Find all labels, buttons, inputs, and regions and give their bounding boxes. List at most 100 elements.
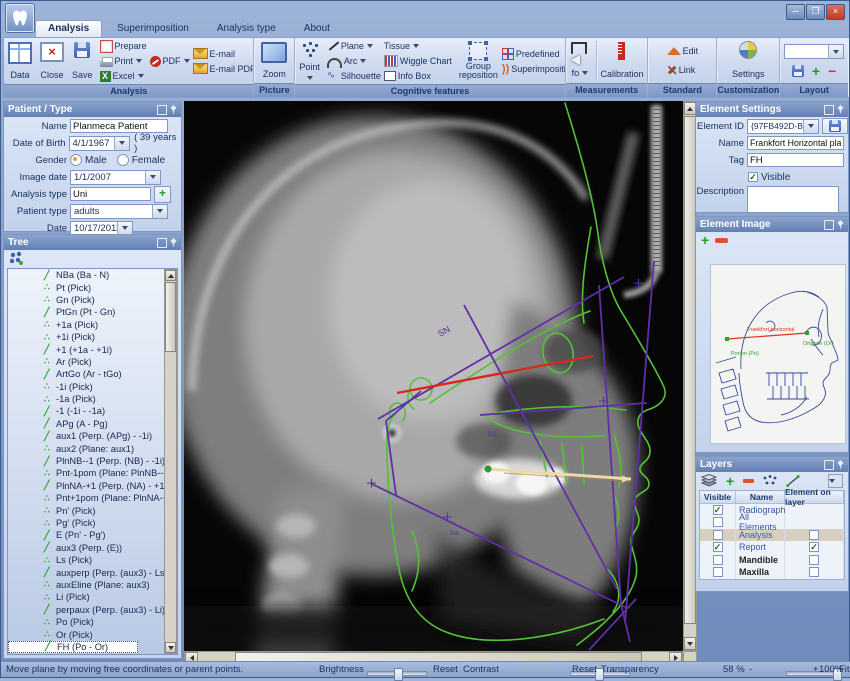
float-panel-icon[interactable]	[824, 220, 834, 230]
patient-type-combobox[interactable]: adults	[70, 204, 168, 219]
tree-item[interactable]: ∴Pnt+1pom (Plane: PlnNA-+1)	[8, 492, 177, 504]
remove-element-image-icon[interactable]	[715, 238, 728, 243]
add-layer-icon[interactable]: +	[726, 475, 734, 487]
tree-item[interactable]: ∴+1i (Pick)	[8, 331, 177, 343]
tree-item[interactable]: ╱E (Pn' - Pg')	[8, 529, 177, 541]
layer-visible-checkbox[interactable]: ✓	[713, 542, 723, 552]
arc-button[interactable]: Arc	[326, 54, 382, 68]
plane-button[interactable]: Plane	[326, 39, 382, 53]
tree-item[interactable]: ╱ArtGo (Ar - tGo)	[8, 368, 177, 380]
occlusal-point[interactable]	[485, 466, 491, 472]
email-pdf-button[interactable]: E-mail PDF	[192, 62, 254, 76]
combo-arrow-button[interactable]	[828, 45, 843, 58]
formula-button[interactable]: fo	[571, 66, 590, 80]
silhouette-button[interactable]: ∿ Silhouette	[326, 69, 382, 83]
female-radio[interactable]	[117, 154, 129, 166]
tab-about[interactable]: About	[291, 20, 343, 37]
layer-element-checkbox[interactable]: ✓	[809, 542, 819, 552]
layer-visible-checkbox[interactable]	[713, 517, 723, 527]
edit-standard-values-button[interactable]: Edit	[666, 44, 700, 58]
wiggle-chart-button[interactable]: Wiggle Chart	[383, 54, 453, 68]
tab-superimposition[interactable]: Superimposition	[104, 20, 202, 37]
layer-visible-checkbox[interactable]	[713, 530, 723, 540]
tree-item[interactable]: ∴Ar (Pick)	[8, 356, 177, 368]
add-element-image-icon[interactable]: +	[701, 234, 709, 246]
layer-row[interactable]: All Elements	[700, 516, 844, 529]
tree-item[interactable]: ╱perpaux (Perp. (aux3) - Li)	[8, 604, 177, 616]
layout-preset-combobox[interactable]	[784, 44, 844, 59]
link-standard-values-button[interactable]: ✕ Link	[666, 63, 700, 77]
float-panel-icon[interactable]	[824, 460, 834, 470]
tree-item[interactable]: ∴-1i (Pick)	[8, 381, 177, 393]
pin-icon[interactable]	[837, 460, 844, 470]
tissue-button[interactable]: Tissue	[383, 39, 453, 53]
tree-item[interactable]: ∴Pnt-1pom (Plane: PlnNB--1)	[8, 467, 177, 479]
minimize-button[interactable]: ─	[786, 4, 805, 20]
pdf-button[interactable]: PDF	[149, 54, 191, 68]
tree-item[interactable]: ╱-1 (-1i - -1a)	[8, 405, 177, 417]
brightness-slider[interactable]	[367, 671, 427, 676]
tree-item[interactable]: ∴Li (Pick)	[8, 591, 177, 603]
restore-button[interactable]: ❐	[806, 4, 825, 20]
fit-button[interactable]: Fit	[839, 664, 850, 675]
close-analysis-button[interactable]: × Close	[38, 39, 66, 83]
tree-item[interactable]: ╱NBa (Ba - N)	[8, 269, 177, 281]
tree-scrollbar[interactable]	[164, 269, 177, 654]
close-button[interactable]: ×	[826, 4, 845, 20]
element-tag-input[interactable]	[747, 153, 844, 167]
zoom-button[interactable]: Zoom	[256, 39, 292, 82]
layer-row[interactable]: Analysis	[700, 529, 844, 542]
layer-visible-checkbox[interactable]	[713, 567, 723, 577]
layers-more-button[interactable]	[828, 474, 843, 488]
tab-analysis[interactable]: Analysis	[35, 20, 102, 37]
cephalogram-viewer[interactable]: SN NL Aa	[184, 101, 683, 651]
distance-measure-icon[interactable]	[571, 42, 587, 54]
element-name-input[interactable]	[747, 136, 844, 150]
pin-icon[interactable]	[170, 238, 177, 248]
tree-tools-icon[interactable]	[9, 251, 24, 266]
tree-item[interactable]: ∴Pg' (Pick)	[8, 517, 177, 529]
point-button[interactable]: Point	[297, 39, 322, 83]
dob-combobox[interactable]: 4/1/1967	[69, 136, 131, 151]
data-button[interactable]: Data	[6, 39, 34, 83]
pin-icon[interactable]	[837, 220, 844, 230]
pin-icon[interactable]	[170, 105, 177, 115]
layer-element-checkbox[interactable]	[809, 567, 819, 577]
layer-element-checkbox[interactable]	[809, 530, 819, 540]
layer-visible-checkbox[interactable]: ✓	[713, 505, 723, 515]
layer-visible-checkbox[interactable]	[713, 555, 723, 565]
app-tooth-icon[interactable]	[5, 3, 35, 33]
tree-item[interactable]: ╱aux3 (Perp. (E))	[8, 542, 177, 554]
tree-item[interactable]: ∴Po (Pick)	[8, 616, 177, 628]
analysis-type-input[interactable]	[70, 187, 151, 201]
float-panel-icon[interactable]	[157, 238, 167, 248]
tree-item[interactable]: ╱PlnNA-+1 (Perp. (NA) - +1i)	[8, 480, 177, 492]
brightness-reset-button[interactable]: Reset	[433, 664, 458, 675]
tree-item[interactable]: ╱FH (Po - Or)	[8, 641, 138, 653]
tree-item[interactable]: ∴Gn (Pick)	[8, 294, 177, 306]
float-panel-icon[interactable]	[824, 105, 834, 115]
float-panel-icon[interactable]	[157, 105, 167, 115]
tree-item[interactable]: ∴Ls (Pick)	[8, 554, 177, 566]
save-button[interactable]: Save	[70, 39, 95, 83]
tree-item[interactable]: ∴+1a (Pick)	[8, 319, 177, 331]
male-radio[interactable]	[70, 154, 82, 166]
visible-column-header[interactable]: Visible	[700, 491, 736, 505]
tree-item[interactable]: ∴Pn' (Pick)	[8, 504, 177, 516]
tree-item[interactable]: ╱PlnNB--1 (Perp. (NB) - -1i)	[8, 455, 177, 467]
layer-row[interactable]: Mandible	[700, 554, 844, 567]
print-button[interactable]: Print	[99, 54, 148, 68]
layer-points-icon[interactable]	[763, 475, 777, 487]
add-layout-icon[interactable]: +	[812, 65, 820, 77]
calibration-button[interactable]: Calibration	[598, 39, 645, 82]
description-textarea[interactable]	[747, 186, 839, 213]
contrast-reset-button[interactable]: Reset	[572, 664, 597, 675]
prepare-button[interactable]: Prepare	[99, 39, 148, 53]
settings-button[interactable]: Settings	[724, 39, 772, 82]
remove-layer-icon[interactable]	[743, 479, 754, 483]
tree-item[interactable]: ╱PtGn (Pt - Gn)	[8, 306, 177, 318]
excel-button[interactable]: X Excel	[99, 69, 148, 83]
element-column-header[interactable]: Element on layer	[785, 491, 844, 505]
element-id-combobox[interactable]: {97FB492D-B0EE-4	[747, 119, 819, 134]
save-element-button[interactable]	[822, 118, 848, 134]
